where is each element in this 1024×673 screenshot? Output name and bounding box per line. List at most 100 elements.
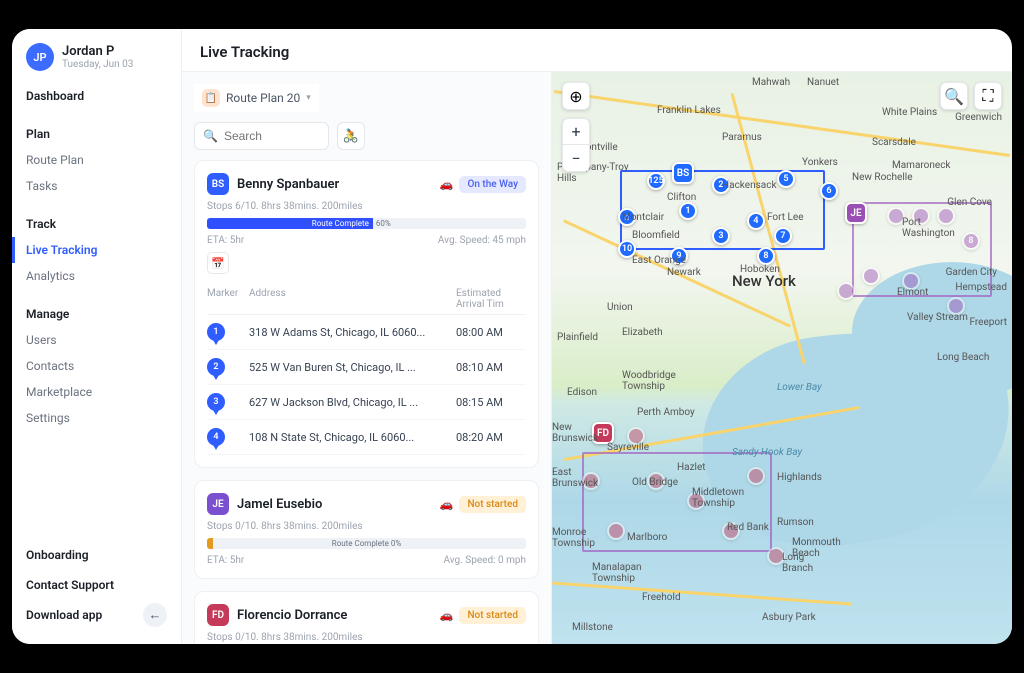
city-label: Hackensack	[722, 180, 777, 191]
address-cell: 627 W Jackson Blvd, Chicago, IL ...	[249, 396, 456, 409]
avatar: JP	[26, 43, 54, 71]
nav-marketplace[interactable]: Marketplace	[26, 379, 181, 405]
city-label: Rumson	[777, 517, 814, 528]
city-label: Greenwich	[955, 112, 1002, 123]
city-label: Paramus	[722, 132, 762, 143]
progress-bar: Route Complete 0%	[207, 538, 526, 549]
city-label: Freeport	[969, 317, 1007, 328]
nav-contacts[interactable]: Contacts	[26, 353, 181, 379]
zoom-in-button[interactable]: +	[563, 119, 589, 145]
table-row[interactable]: 3 627 W Jackson Blvd, Chicago, IL ... 08…	[207, 385, 526, 420]
address-cell: 108 N State St, Chicago, IL 6060...	[249, 431, 456, 444]
avg-speed-label: Avg. Speed: 0 mph	[444, 555, 527, 566]
driver-name: Benny Spanbauer	[237, 177, 339, 192]
back-icon[interactable]: ←	[143, 603, 167, 627]
map-pin[interactable]: 4	[747, 212, 765, 230]
profile-date: Tuesday, Jun 03	[62, 59, 133, 70]
nav-dashboard[interactable]: Dashboard	[26, 83, 181, 109]
eta-label: ETA: 5hr	[207, 235, 244, 246]
map-pin[interactable]: 8	[757, 247, 775, 265]
marker-pin: 3	[207, 393, 225, 411]
nav-settings[interactable]: Settings	[26, 405, 181, 431]
map-pin[interactable]	[837, 282, 855, 300]
fullscreen-button[interactable]: ⛶	[974, 82, 1002, 110]
col-address: Address	[249, 288, 456, 310]
map-pin[interactable]	[607, 522, 625, 540]
city-label: New Rochelle	[852, 172, 913, 183]
nav-download[interactable]: Download app	[26, 600, 102, 630]
calendar-icon: 📅	[211, 257, 225, 270]
city-label: Bloomfield	[632, 230, 680, 241]
driver-card: BS Benny Spanbauer 🚗 On the Way Stops 6/…	[194, 160, 539, 468]
search-icon: 🔍	[944, 87, 964, 106]
driver-badge: JE	[207, 493, 229, 515]
nav-route-plan[interactable]: Route Plan	[26, 147, 181, 173]
map-pin[interactable]	[747, 467, 765, 485]
zoom-out-button[interactable]: −	[563, 145, 589, 171]
nav-plan-heading: Plan	[26, 121, 181, 147]
profile[interactable]: JP Jordan P Tuesday, Jun 03	[26, 43, 181, 83]
city-label: Glen Cove	[947, 197, 992, 208]
city-label: Garden City	[946, 267, 997, 278]
driver-card: JE Jamel Eusebio 🚗 Not started Stops 0/1…	[194, 480, 539, 579]
plan-label: Route Plan 20	[226, 91, 300, 105]
city-label: Elmont	[897, 287, 928, 298]
city-label: Highlands	[777, 472, 822, 483]
city-label: East Orange	[632, 255, 686, 266]
car-icon: 🚗	[440, 609, 454, 622]
city-label: Hazlet	[677, 462, 706, 473]
table-row[interactable]: 2 525 W Van Buren St, Chicago, IL ... 08…	[207, 350, 526, 385]
route-plan-selector[interactable]: 📋 Route Plan 20 ▾	[194, 84, 319, 112]
map-pin[interactable]: 125	[647, 172, 665, 190]
stops-summary: Stops 0/10. 8hrs 38mins. 200miles	[207, 521, 526, 532]
car-icon: 🚗	[440, 498, 454, 511]
filter-button[interactable]: 🚴	[337, 122, 365, 150]
city-label: White Plains	[882, 107, 937, 118]
map-pin[interactable]: 5	[777, 170, 795, 188]
calendar-button[interactable]: 📅	[207, 252, 229, 274]
map-pin[interactable]: 6	[820, 182, 838, 200]
map-pin[interactable]: 8	[962, 232, 980, 250]
city-label: Millstone	[572, 622, 613, 633]
city-label: Yonkers	[802, 157, 838, 168]
city-label: Manalapan Township	[592, 562, 642, 584]
search-input[interactable]: 🔍	[194, 122, 329, 150]
profile-name: Jordan P	[62, 44, 133, 59]
city-label: Old Bridge	[632, 477, 678, 488]
city-label: Hempstead	[955, 282, 1007, 293]
driver-badge: FD	[207, 604, 229, 626]
city-label: Long Beach	[937, 352, 989, 363]
filter-icon: 🚴	[343, 129, 359, 144]
city-label: Fort Lee	[767, 212, 804, 223]
city-label: Montclair	[622, 212, 664, 223]
city-label: Perth Amboy	[637, 407, 695, 418]
nav-users[interactable]: Users	[26, 327, 181, 353]
city-label: New Brunswick	[552, 422, 598, 444]
nav-analytics[interactable]: Analytics	[26, 263, 181, 289]
map-search-button[interactable]: 🔍	[940, 82, 968, 110]
map-pin[interactable]	[862, 267, 880, 285]
map-pin[interactable]: 3	[712, 227, 730, 245]
nav-manage-heading: Manage	[26, 301, 181, 327]
map-pin[interactable]: 1	[679, 202, 697, 220]
nav-support[interactable]: Contact Support	[26, 570, 181, 600]
search-field[interactable]	[224, 129, 320, 143]
nav-onboarding[interactable]: Onboarding	[26, 540, 181, 570]
map[interactable]: BS 125 2 5 6 1 4 3 7 10 9 8 ⌂ JE 8	[552, 72, 1012, 644]
driver-name: Jamel Eusebio	[237, 497, 322, 512]
time-cell: 08:10 AM	[456, 361, 526, 374]
table-row[interactable]: 4 108 N State St, Chicago, IL 6060... 08…	[207, 420, 526, 455]
map-driver-badge-je[interactable]: JE	[845, 202, 867, 224]
city-label: Monroe Township	[552, 527, 595, 549]
locate-button[interactable]: ⊕	[562, 82, 590, 110]
nav-tasks[interactable]: Tasks	[26, 173, 181, 199]
city-label: Newark	[667, 267, 701, 278]
map-driver-badge-bs[interactable]: BS	[672, 162, 694, 184]
status-badge: On the Way	[459, 176, 526, 193]
table-row[interactable]: 1 318 W Adams St, Chicago, IL 6060... 08…	[207, 315, 526, 350]
clipboard-icon: 📋	[202, 89, 220, 107]
map-pin[interactable]: 7	[774, 227, 792, 245]
city-label: Nanuet	[807, 77, 839, 88]
nav-live-tracking[interactable]: Live Tracking	[26, 237, 181, 263]
driver-badge: BS	[207, 173, 229, 195]
